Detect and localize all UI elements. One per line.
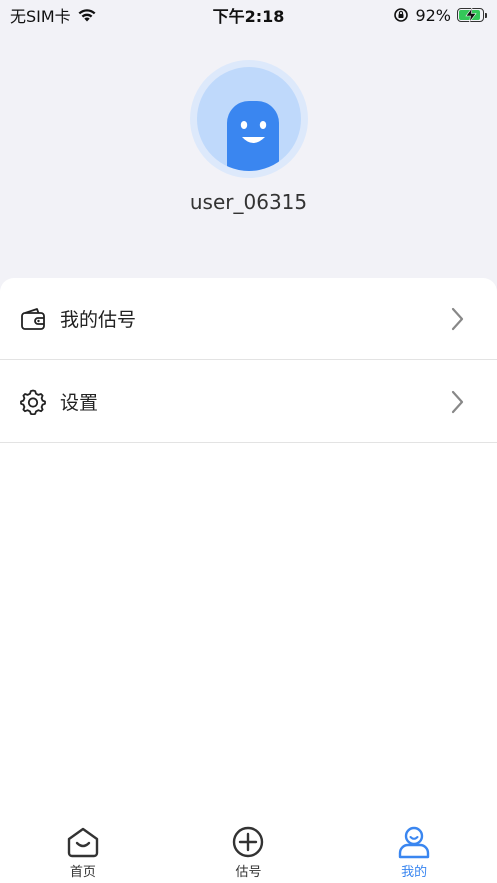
user-icon	[398, 826, 430, 859]
rotation-lock-icon	[394, 8, 409, 22]
tab-home[interactable]: 首页	[23, 817, 143, 880]
ghost-avatar-icon	[227, 101, 279, 171]
menu-item-settings[interactable]: 设置	[0, 361, 497, 443]
home-icon	[67, 827, 99, 858]
plus-circle-icon	[233, 826, 264, 858]
tab-label: 首页	[69, 865, 96, 880]
chevron-right-icon	[451, 390, 464, 413]
status-time: 下午2:18	[212, 7, 285, 26]
gear-icon	[20, 389, 46, 415]
battery-icon	[457, 8, 487, 22]
chevron-right-icon	[451, 307, 464, 330]
tab-valuation[interactable]: 估号	[188, 817, 308, 880]
tab-mine[interactable]: 我的	[354, 817, 474, 880]
profile-screen: 无SIM卡 下午2:18 92% user_06315 我的估号 设置 首页 估…	[0, 0, 497, 883]
status-bar: 无SIM卡 下午2:18 92%	[0, 0, 497, 30]
wifi-icon	[78, 9, 96, 22]
menu-item-my-valuations[interactable]: 我的估号	[0, 278, 497, 360]
carrier-label: 无SIM卡	[10, 7, 71, 26]
menu-card: 我的估号 设置	[0, 278, 497, 883]
tab-label: 我的	[401, 865, 428, 880]
tab-bar: 首页 估号 我的	[0, 817, 497, 883]
username: user_06315	[189, 190, 308, 214]
tab-label: 估号	[235, 865, 262, 880]
battery-percent: 92%	[415, 5, 451, 25]
wallet-icon	[21, 307, 45, 330]
menu-item-label: 设置	[60, 392, 99, 414]
avatar[interactable]	[190, 60, 308, 178]
menu-item-label: 我的估号	[60, 309, 137, 331]
